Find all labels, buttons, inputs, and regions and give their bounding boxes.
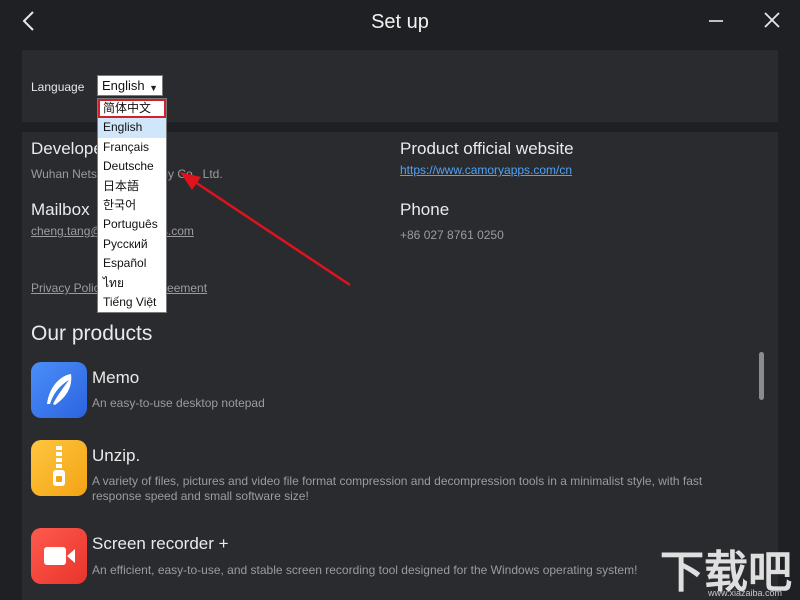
- language-option[interactable]: ไทย: [98, 274, 166, 293]
- product-desc: An easy-to-use desktop notepad: [92, 396, 265, 410]
- phone-heading: Phone: [400, 200, 450, 219]
- watermark-logo-icon: 下载吧: [660, 547, 792, 593]
- language-option[interactable]: Français: [98, 138, 166, 157]
- language-option[interactable]: Tiếng Việt: [98, 293, 166, 312]
- memo-app-icon[interactable]: [31, 362, 87, 418]
- close-icon[interactable]: [763, 11, 781, 29]
- mailbox-heading: Mailbox: [31, 200, 90, 219]
- window-title: Set up: [371, 11, 429, 33]
- language-dropdown: 简体中文 English Français Deutsche 日本語 한국어 P…: [97, 98, 167, 313]
- product-name[interactable]: Memo: [92, 368, 139, 388]
- product-desc: A variety of files, pictures and video f…: [92, 474, 703, 503]
- website-heading: Product official website: [400, 139, 574, 158]
- language-select-value: English: [102, 78, 145, 93]
- chevron-down-icon: ▼: [149, 83, 158, 93]
- language-option[interactable]: 简体中文: [98, 99, 166, 119]
- feather-icon: [47, 374, 72, 405]
- language-option[interactable]: 한국어: [98, 196, 166, 215]
- minimize-icon[interactable]: [707, 12, 725, 30]
- camera-icon: [44, 547, 75, 565]
- language-select[interactable]: English ▼: [97, 75, 163, 96]
- title-bar: Set up: [0, 0, 800, 46]
- language-option[interactable]: 日本語: [98, 177, 166, 196]
- products-title: Our products: [31, 322, 153, 345]
- watermark-url: www.xiazaiba.com: [708, 588, 783, 598]
- watermark-text: 下载吧: [660, 547, 792, 593]
- phone-value: +86 027 8761 0250: [400, 228, 504, 242]
- scrollbar-thumb[interactable]: [759, 352, 764, 400]
- product-desc: An efficient, easy-to-use, and stable sc…: [92, 563, 638, 577]
- language-option[interactable]: Español: [98, 254, 166, 273]
- language-option[interactable]: Deutsche: [98, 157, 166, 176]
- screen-recorder-app-icon[interactable]: [31, 528, 87, 584]
- unzip-app-icon[interactable]: [31, 440, 87, 496]
- zipper-icon: [53, 446, 65, 486]
- language-option[interactable]: Português: [98, 215, 166, 234]
- language-option[interactable]: Русский: [98, 235, 166, 254]
- product-name[interactable]: Unzip.: [92, 446, 140, 466]
- language-option[interactable]: English: [98, 118, 166, 138]
- product-name[interactable]: Screen recorder +: [92, 534, 229, 554]
- website-link[interactable]: https://www.camoryapps.com/cn: [400, 163, 572, 177]
- language-label: Language: [31, 80, 85, 94]
